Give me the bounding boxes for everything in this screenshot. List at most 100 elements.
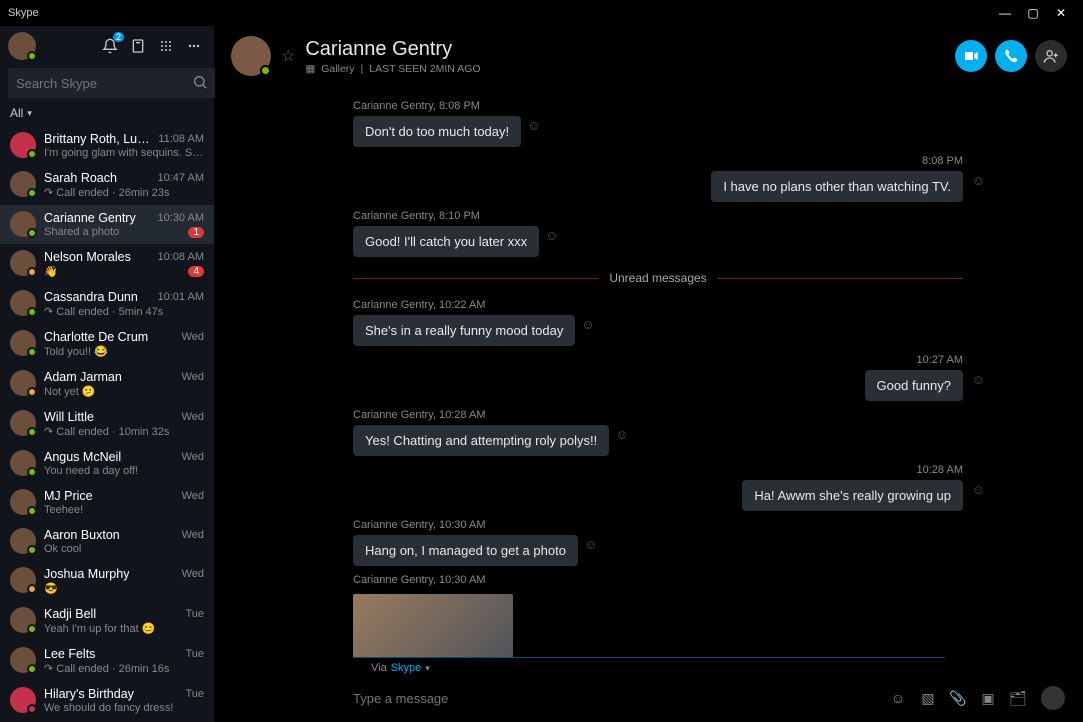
chevron-down-icon[interactable]: ▾ — [425, 663, 430, 674]
chevron-down-icon: ▾ — [27, 108, 32, 119]
conversation-item[interactable]: Aaron BuxtonWedOk cool — [0, 522, 214, 561]
emoji-icon[interactable]: ☺ — [887, 690, 909, 706]
message-preview: You need a day off! — [44, 465, 138, 477]
conversation-item[interactable]: Cassandra Dunn10:01 AM↷ Call ended · 5mi… — [0, 284, 214, 324]
timestamp: 10:08 AM — [158, 251, 204, 263]
audio-call-button[interactable] — [995, 40, 1027, 72]
react-icon[interactable]: ☺ — [615, 427, 631, 443]
conversation-item[interactable]: Hilary's BirthdayTueWe should do fancy d… — [0, 681, 214, 720]
message-bubble[interactable]: She's in a really funny mood today☺ — [353, 315, 575, 346]
gallery-link[interactable]: Gallery — [321, 63, 354, 75]
react-icon[interactable]: ☺ — [545, 228, 561, 244]
conversation-item[interactable]: Kadji BellTueYeah I'm up for that 😊 — [0, 601, 214, 641]
favorite-star-icon[interactable]: ☆ — [281, 46, 295, 66]
contact-card-icon[interactable]: 🗂 — [1007, 690, 1029, 707]
message-preview: Teehee! — [44, 504, 83, 516]
message-bubble[interactable]: Good funny?☺ — [865, 370, 963, 401]
conversation-item[interactable]: Angus McNeil Wed You need a day off! — [0, 444, 214, 483]
message-meta: Carianne Gentry, 10:30 AM — [353, 519, 963, 531]
contact-name: Angus McNeil — [44, 450, 121, 464]
window-maximize[interactable]: ▢ — [1019, 6, 1047, 20]
conversation-item[interactable]: Charlotte De CrumWedTold you!! 😂 — [0, 324, 214, 364]
chat-pane: ☆ Carianne Gentry ▦ Gallery | LAST SEEN … — [215, 26, 1083, 722]
conversation-item[interactable]: Brittany Roth, Lucy Holcom...11:08 AMI'm… — [0, 126, 214, 165]
message-preview: 👋 — [44, 265, 58, 278]
contact-avatar — [10, 171, 36, 197]
message-input[interactable] — [353, 691, 879, 706]
contact-name: Joshua Murphy — [44, 567, 129, 581]
via-link[interactable]: Skype — [391, 662, 422, 674]
message-bubble[interactable]: I have no plans other than watching TV.☺ — [711, 171, 963, 202]
message-meta: Carianne Gentry, 10:28 AM — [353, 409, 963, 421]
message-bubble[interactable]: Yes! Chatting and attempting roly polys!… — [353, 425, 609, 456]
timestamp: Wed — [182, 451, 204, 463]
video-call-button[interactable] — [955, 40, 987, 72]
timestamp: 10:47 AM — [158, 172, 204, 184]
conversation-item[interactable]: MJ PriceWedTeehee! — [0, 483, 214, 522]
timestamp: Wed — [182, 490, 204, 502]
message-bubble[interactable]: Don't do too much today!☺ — [353, 116, 521, 147]
search-input-wrapper[interactable] — [8, 68, 216, 98]
timestamp: Tue — [185, 608, 204, 620]
add-contact-button[interactable] — [1035, 40, 1067, 72]
self-avatar[interactable] — [8, 32, 36, 60]
gallery-icon[interactable]: ▦ — [305, 63, 315, 75]
react-icon[interactable]: ☺ — [584, 537, 600, 553]
conversation-list: Brittany Roth, Lucy Holcom...11:08 AMI'm… — [0, 126, 214, 722]
message-row: Ha! Awwm she's really growing up☺ — [353, 480, 963, 511]
record-video-icon[interactable]: ▣ — [977, 690, 999, 707]
dialpad-icon[interactable] — [154, 34, 178, 58]
window-close[interactable]: ✕ — [1047, 6, 1075, 20]
timestamp: 10:01 AM — [158, 291, 204, 303]
window-minimize[interactable]: — — [991, 6, 1019, 20]
image-icon[interactable]: ▧ — [917, 690, 939, 707]
conversation-item[interactable]: Will LittleWed↷ Call ended · 10min 32s — [0, 404, 214, 444]
bookmarks-icon[interactable] — [126, 34, 150, 58]
contact-avatar — [10, 489, 36, 515]
message-meta: Carianne Gentry, 8:08 PM — [353, 100, 963, 112]
conversation-item[interactable]: Adam JarmanWedNot yet 😕 — [0, 364, 214, 404]
notification-count: 2 — [113, 32, 124, 42]
conversation-item[interactable]: Joshua MurphyWed😎 — [0, 561, 214, 601]
contact-avatar — [10, 370, 36, 396]
attach-file-icon[interactable]: 📎 — [947, 690, 969, 707]
react-icon[interactable]: ☺ — [969, 482, 985, 498]
react-icon[interactable]: ☺ — [969, 173, 985, 189]
contact-name: Nelson Morales — [44, 250, 131, 264]
timestamp: 11:08 AM — [158, 133, 204, 145]
unread-badge: 4 — [188, 266, 204, 277]
contact-name: Adam Jarman — [44, 370, 122, 384]
unread-divider: Unread messages — [353, 271, 963, 285]
notifications-icon[interactable]: 2 — [98, 34, 122, 58]
shared-photo[interactable] — [353, 594, 513, 657]
react-icon[interactable]: ☺ — [969, 372, 985, 388]
conversation-item[interactable]: Carianne Gentry10:30 AMShared a photo1 — [0, 205, 214, 244]
last-seen: LAST SEEN 2MIN AGO — [369, 63, 480, 75]
contact-avatar — [10, 567, 36, 593]
contact-avatar — [10, 647, 36, 673]
conversation-item[interactable]: Lee FeltsTue↷ Call ended · 26min 16s — [0, 641, 214, 681]
search-input[interactable] — [16, 76, 192, 91]
more-icon[interactable] — [182, 34, 206, 58]
message-preview: Told you!! 😂 — [44, 345, 108, 358]
message-preview: We should do fancy dress! — [44, 702, 173, 714]
contact-name: Charlotte De Crum — [44, 330, 148, 344]
react-icon[interactable]: ☺ — [527, 118, 543, 134]
timestamp: Wed — [182, 529, 204, 541]
message-bubble[interactable]: Hang on, I managed to get a photo☺ — [353, 535, 578, 566]
contact-name: Will Little — [44, 410, 94, 424]
chat-contact-avatar[interactable] — [231, 36, 271, 76]
contact-name: Kadji Bell — [44, 607, 96, 621]
message-meta: 10:27 AM — [353, 354, 963, 366]
timestamp: 10:30 AM — [158, 212, 204, 224]
conversation-item[interactable]: Sarah Roach10:47 AM↷ Call ended · 26min … — [0, 165, 214, 205]
message-bubble[interactable]: Ha! Awwm she's really growing up☺ — [742, 480, 963, 511]
filter-dropdown[interactable]: All ▾ — [0, 106, 214, 126]
message-bubble[interactable]: Good! I'll catch you later xxx☺ — [353, 226, 539, 257]
message-preview: Shared a photo — [44, 226, 119, 238]
message-row: Hang on, I managed to get a photo☺ — [353, 535, 963, 566]
react-icon[interactable]: ☺ — [581, 317, 597, 333]
send-avatar[interactable] — [1041, 686, 1065, 710]
filter-label: All — [10, 106, 23, 120]
conversation-item[interactable]: Nelson Morales 10:08 AM 👋 4 — [0, 244, 214, 284]
